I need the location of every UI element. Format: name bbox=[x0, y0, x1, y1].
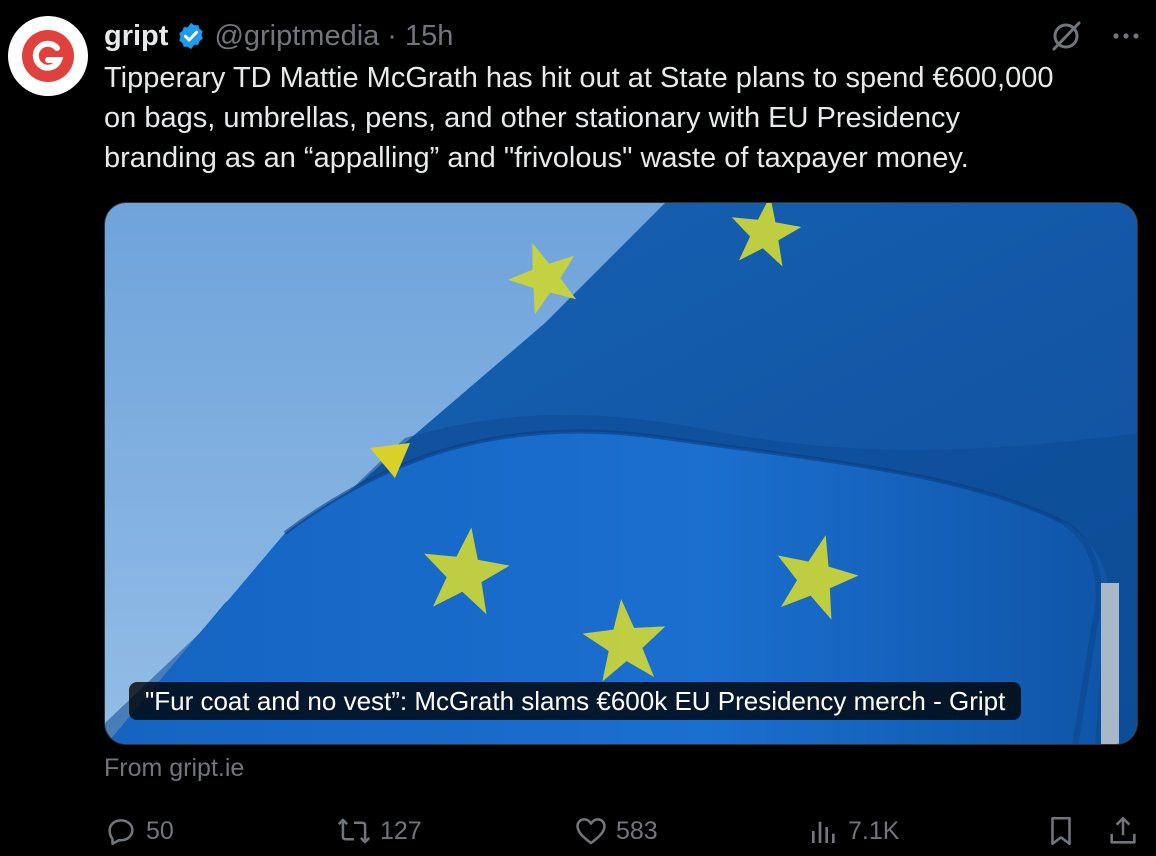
reply-button[interactable]: 50 bbox=[104, 808, 174, 854]
link-card-title: "Fur coat and no vest”: McGrath slams €6… bbox=[129, 682, 1022, 720]
gript-logo-icon bbox=[22, 30, 74, 82]
verified-badge-icon[interactable] bbox=[176, 21, 206, 51]
separator-dot: · bbox=[387, 19, 397, 52]
like-icon bbox=[576, 818, 606, 845]
action-bar: 50 127 583 7.1K bbox=[104, 808, 1140, 854]
link-source[interactable]: From gript.ie bbox=[104, 754, 244, 783]
repost-button[interactable]: 127 bbox=[336, 808, 422, 854]
repost-icon bbox=[337, 818, 371, 844]
views-icon bbox=[812, 821, 835, 843]
handle[interactable]: @griptmedia bbox=[214, 20, 379, 53]
avatar[interactable] bbox=[8, 16, 88, 96]
tweet-text: Tipperary TD Mattie McGrath has hit out … bbox=[104, 62, 1054, 174]
like-button[interactable]: 583 bbox=[574, 808, 658, 854]
reply-count: 50 bbox=[146, 816, 174, 845]
views-count: 7.1K bbox=[848, 816, 900, 845]
timestamp[interactable]: 15h bbox=[405, 20, 453, 53]
share-button[interactable] bbox=[1106, 808, 1140, 854]
tweet-header: gript @griptmedia · 15h bbox=[104, 16, 453, 56]
display-name[interactable]: gript bbox=[104, 20, 168, 53]
more-icon[interactable] bbox=[1110, 20, 1142, 52]
bookmark-icon bbox=[1051, 816, 1071, 846]
tweet-top-actions bbox=[1048, 16, 1142, 56]
repost-count: 127 bbox=[380, 816, 422, 845]
share-icon bbox=[1110, 816, 1136, 844]
eu-flag-image bbox=[105, 203, 1137, 744]
views-button[interactable]: 7.1K bbox=[808, 808, 899, 854]
link-card[interactable]: "Fur coat and no vest”: McGrath slams €6… bbox=[104, 202, 1138, 745]
like-count: 583 bbox=[616, 816, 658, 845]
bookmark-button[interactable] bbox=[1044, 808, 1078, 854]
grok-icon[interactable] bbox=[1048, 18, 1084, 54]
reply-icon bbox=[108, 819, 134, 846]
